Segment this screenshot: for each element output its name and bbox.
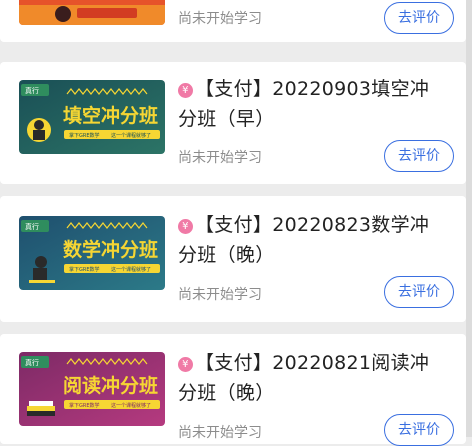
- learning-status: 尚未开始学习: [178, 287, 262, 303]
- review-button[interactable]: 去评价: [384, 2, 454, 34]
- course-title[interactable]: ¥ 【支付】20220821阅读冲分班（晚）: [178, 348, 448, 408]
- review-button[interactable]: 去评价: [384, 276, 454, 308]
- course-card[interactable]: 真行 阅读冲分班 掌下GRE数学 这一个课程就够了 ¥ 【支付】20220821阅…: [0, 334, 466, 446]
- course-thumbnail: 真行 阅读冲分班 掌下GRE数学 这一个课程就够了: [19, 352, 165, 426]
- course-card[interactable]: 尚未开始学习 去评价: [0, 0, 466, 42]
- course-card[interactable]: 真行 数学冲分班 掌下GRE数学 这一个课程就够了 ¥ 【支付】20220823数…: [0, 196, 466, 322]
- learning-status: 尚未开始学习: [178, 150, 262, 166]
- yen-badge-icon: ¥: [178, 219, 193, 234]
- brand-logo: 真行: [25, 358, 39, 367]
- learning-status: 尚未开始学习: [178, 11, 262, 27]
- thumbnail-headline: 数学冲分班: [63, 238, 158, 261]
- yen-badge-icon: ¥: [178, 83, 193, 98]
- course-title[interactable]: ¥ 【支付】20220903填空冲分班（早）: [178, 74, 448, 134]
- svg-text:掌下GRE数学: 掌下GRE数学: [69, 266, 100, 273]
- course-thumbnail: 真行 填空冲分班 掌下GRE数学 这一个课程就够了: [19, 80, 165, 154]
- brand-logo: 真行: [25, 222, 39, 231]
- course-title[interactable]: ¥ 【支付】20220823数学冲分班（晚）: [178, 210, 448, 270]
- scrollbar-track[interactable]: [466, 0, 472, 437]
- svg-text:掌下GRE数学: 掌下GRE数学: [69, 132, 100, 139]
- course-card[interactable]: 真行 填空冲分班 掌下GRE数学 这一个课程就够了 ¥ 【支付】20220903填…: [0, 62, 466, 184]
- svg-text:这一个课程就够了: 这一个课程就够了: [111, 132, 151, 139]
- course-thumbnail: [19, 0, 165, 25]
- svg-text:这一个课程就够了: 这一个课程就够了: [111, 266, 151, 273]
- review-button[interactable]: 去评价: [384, 140, 454, 172]
- thumbnail-headline: 填空冲分班: [63, 104, 158, 127]
- svg-text:掌下GRE数学: 掌下GRE数学: [69, 402, 100, 409]
- learning-status: 尚未开始学习: [178, 425, 262, 441]
- thumbnail-headline: 阅读冲分班: [63, 374, 158, 397]
- brand-logo: 真行: [25, 86, 39, 95]
- review-button[interactable]: 去评价: [384, 414, 454, 446]
- course-thumbnail: 真行 数学冲分班 掌下GRE数学 这一个课程就够了: [19, 216, 165, 290]
- yen-badge-icon: ¥: [178, 357, 193, 372]
- svg-text:这一个课程就够了: 这一个课程就够了: [111, 402, 151, 409]
